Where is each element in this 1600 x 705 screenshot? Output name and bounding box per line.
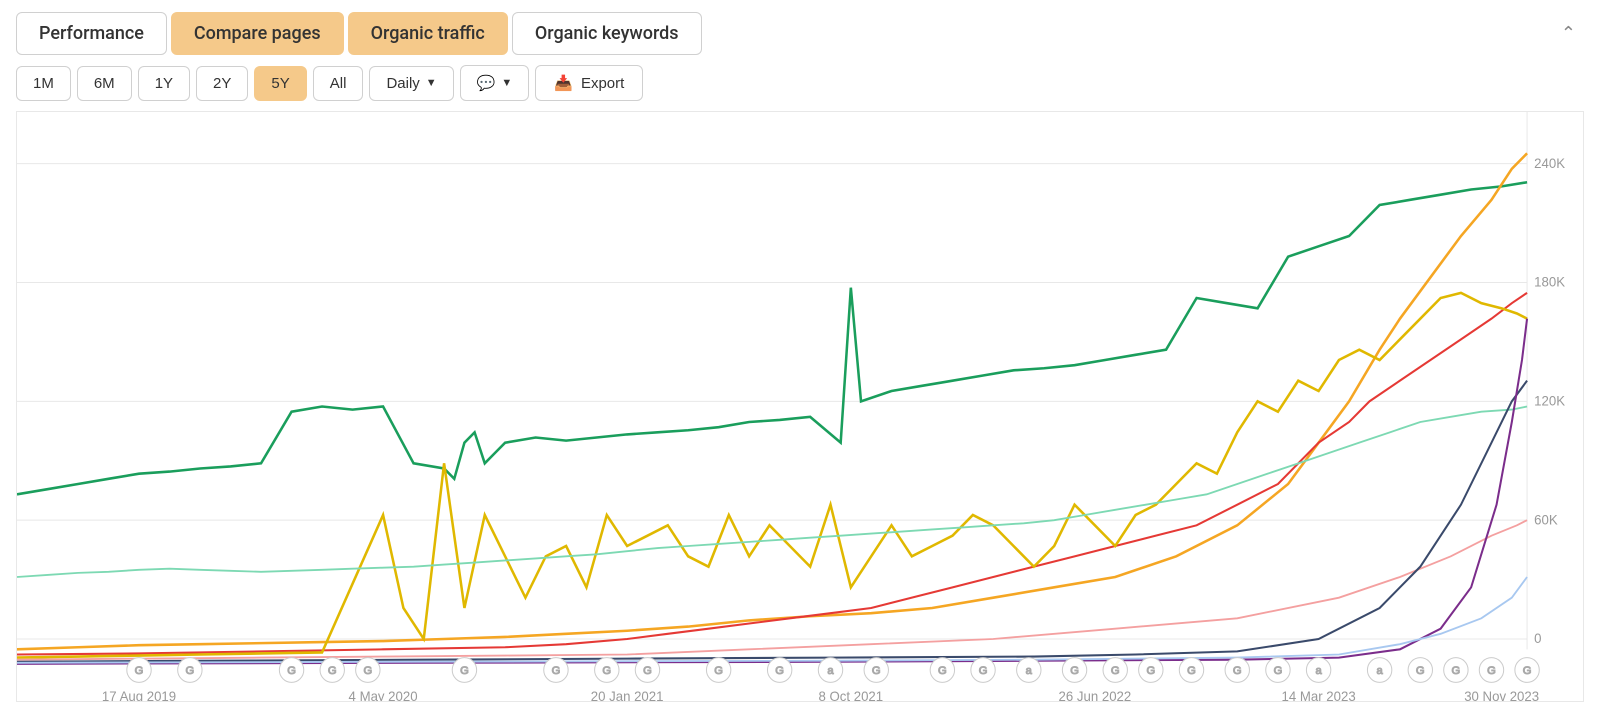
svg-text:4 May 2020: 4 May 2020	[349, 689, 418, 701]
svg-text:G: G	[1452, 665, 1461, 677]
svg-text:180K: 180K	[1534, 275, 1565, 290]
svg-text:G: G	[460, 665, 469, 677]
dropdown-arrow-icon: ▼	[426, 77, 437, 89]
time-all-button[interactable]: All	[313, 66, 364, 101]
export-button[interactable]: 📥 Export	[535, 65, 643, 101]
controls-row: 1M 6M 1Y 2Y 5Y All Daily ▼ 💬 ▼ 📥 Export	[16, 65, 1584, 101]
chart-svg: G G G G G G G G G G G	[17, 112, 1583, 701]
tab-organic-traffic[interactable]: Organic traffic	[348, 12, 508, 55]
svg-text:G: G	[602, 665, 611, 677]
export-icon: 📥	[554, 74, 573, 92]
svg-text:26 Jun 2022: 26 Jun 2022	[1059, 689, 1132, 701]
svg-text:G: G	[186, 665, 195, 677]
svg-text:G: G	[775, 665, 784, 677]
svg-text:30 Nov 2023: 30 Nov 2023	[1464, 689, 1539, 701]
annotation-icon: 💬	[477, 74, 496, 92]
svg-text:G: G	[938, 665, 947, 677]
svg-text:G: G	[328, 665, 337, 677]
svg-text:G: G	[1274, 665, 1283, 677]
svg-text:20 Jan 2021: 20 Jan 2021	[591, 689, 664, 701]
annotation-arrow-icon: ▼	[501, 77, 512, 89]
daily-label: Daily	[386, 75, 419, 92]
svg-text:a: a	[1316, 665, 1323, 677]
svg-text:G: G	[643, 665, 652, 677]
time-2y-button[interactable]: 2Y	[196, 66, 248, 101]
chevron-up-icon[interactable]: ⌃	[1553, 19, 1584, 48]
svg-text:0: 0	[1534, 631, 1541, 646]
svg-text:G: G	[1146, 665, 1155, 677]
svg-text:G: G	[1233, 665, 1242, 677]
svg-text:8 Oct 2021: 8 Oct 2021	[819, 689, 884, 701]
time-1m-button[interactable]: 1M	[16, 66, 71, 101]
svg-text:a: a	[1377, 665, 1384, 677]
tab-organic-keywords[interactable]: Organic keywords	[512, 12, 702, 55]
time-6m-button[interactable]: 6M	[77, 66, 132, 101]
svg-text:60K: 60K	[1534, 512, 1558, 527]
svg-text:17 Aug 2019: 17 Aug 2019	[102, 689, 176, 701]
svg-text:14 Mar 2023: 14 Mar 2023	[1282, 689, 1356, 701]
svg-text:G: G	[714, 665, 723, 677]
svg-text:G: G	[1523, 665, 1532, 677]
svg-text:G: G	[979, 665, 988, 677]
time-1y-button[interactable]: 1Y	[138, 66, 190, 101]
svg-text:G: G	[135, 665, 144, 677]
annotation-dropdown[interactable]: 💬 ▼	[460, 65, 530, 101]
svg-text:G: G	[1487, 665, 1496, 677]
svg-text:G: G	[363, 665, 372, 677]
export-label: Export	[581, 75, 624, 92]
svg-text:G: G	[1111, 665, 1120, 677]
tab-row: Performance Compare pages Organic traffi…	[16, 12, 1584, 55]
svg-text:240K: 240K	[1534, 156, 1565, 171]
tab-compare-pages[interactable]: Compare pages	[171, 12, 344, 55]
time-5y-button[interactable]: 5Y	[254, 66, 306, 101]
svg-text:120K: 120K	[1534, 393, 1565, 408]
svg-text:a: a	[827, 665, 834, 677]
svg-text:G: G	[552, 665, 561, 677]
svg-text:G: G	[287, 665, 296, 677]
svg-text:G: G	[872, 665, 881, 677]
chart-area: G G G G G G G G G G G	[16, 111, 1584, 702]
svg-text:G: G	[1187, 665, 1196, 677]
svg-text:G: G	[1070, 665, 1079, 677]
tab-performance[interactable]: Performance	[16, 12, 167, 55]
svg-text:G: G	[1416, 665, 1425, 677]
svg-text:a: a	[1026, 665, 1033, 677]
daily-dropdown[interactable]: Daily ▼	[369, 66, 453, 101]
app-container: Performance Compare pages Organic traffi…	[0, 0, 1600, 702]
